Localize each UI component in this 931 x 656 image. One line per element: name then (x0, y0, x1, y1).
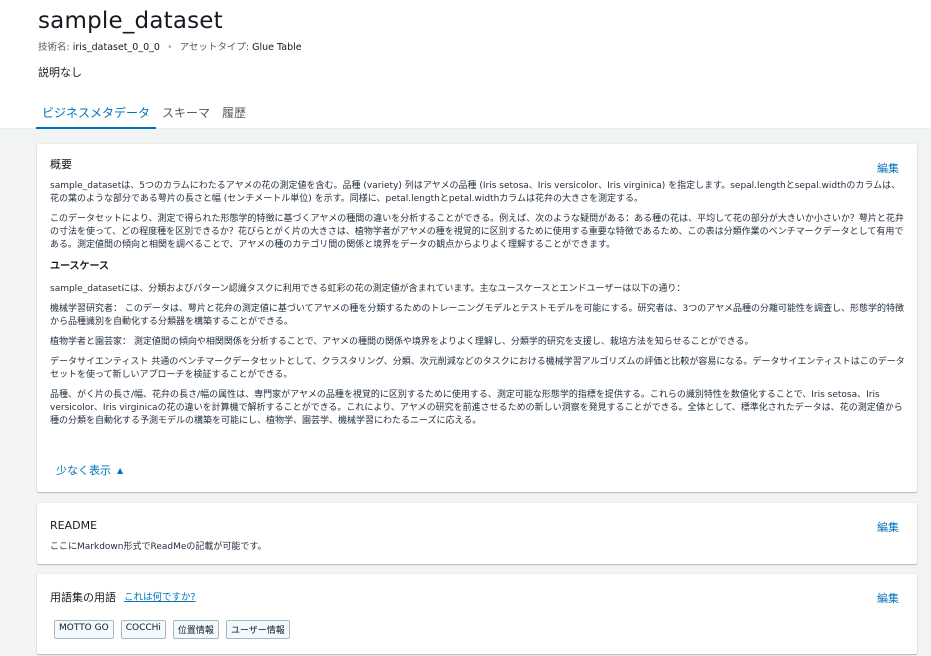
readme-heading: README (50, 519, 98, 532)
overview-paragraph: 品種、がく片の長さ/幅、花弁の長さ/幅の属性は、専門家がアヤメの品種を視覚的に区… (50, 390, 903, 426)
tab-bar: ビジネスメタデータ スキーマ 履歴 (36, 100, 252, 129)
usecase-heading: ユースケース (50, 261, 109, 272)
glossary-term-tag[interactable]: MOTTO GO (54, 620, 114, 639)
overview-paragraph: このデータセットにより、測定で得られた形態学的特徴に基づくアヤメの種間の違いを分… (50, 214, 904, 250)
overview-paragraph: データサイエンティスト 共通のベンチマークデータセットとして、クラスタリング、分… (50, 357, 905, 380)
glossary-term-tag[interactable]: COCCHi (120, 620, 166, 639)
readme-edit-link[interactable]: 編集 (877, 519, 899, 535)
asset-type-value: Glue Table (252, 42, 302, 53)
tab-business-metadata[interactable]: ビジネスメタデータ (36, 100, 157, 129)
asset-description: 説明なし (38, 66, 82, 79)
glossary-terms: MOTTO GO COCCHi 位置情報 ユーザー情報 (54, 620, 290, 639)
overview-paragraph: sample_datasetは、5つのカラムにわたるアヤメの花の測定値を含む。品… (50, 181, 901, 204)
glossary-edit-link[interactable]: 編集 (877, 590, 899, 606)
readme-card: README 編集 ここにMarkdown形式でReadMeの記載が可能です。 (37, 503, 917, 564)
tech-name-value: iris_dataset_0_0_0 (72, 42, 160, 53)
asset-title: sample_dataset (38, 8, 223, 34)
overview-content: sample_datasetは、5つのカラムにわたるアヤメの花の測定値を含む。品… (50, 180, 908, 435)
caret-up-icon: ▲ (117, 466, 124, 475)
asset-header: sample_dataset 技術名: iris_dataset_0_0_0 •… (0, 0, 931, 129)
overview-paragraph: 植物学者と園芸家： 測定値間の傾向や相関関係を分析することで、アヤメの種間の関係… (50, 337, 754, 347)
overview-heading: 概要 (50, 158, 72, 171)
tech-name-label: 技術名: (38, 42, 70, 53)
show-less-label: 少なく表示 (56, 464, 111, 477)
tab-history[interactable]: 履歴 (216, 100, 252, 129)
glossary-term-tag[interactable]: 位置情報 (172, 620, 219, 639)
readme-text: ここにMarkdown形式でReadMeの記載が可能です。 (50, 542, 267, 552)
glossary-term-tag[interactable]: ユーザー情報 (225, 620, 290, 639)
asset-meta: 技術名: iris_dataset_0_0_0 • アセットタイプ: Glue … (38, 39, 302, 53)
tab-schema[interactable]: スキーマ (156, 100, 216, 129)
show-less-button[interactable]: 少なく表示 ▲ (56, 462, 123, 478)
asset-type-label: アセットタイプ: (179, 42, 250, 53)
overview-card: 概要 編集 sample_datasetは、5つのカラムにわたるアヤメの花の測定… (37, 144, 917, 492)
meta-separator-dot: • (166, 42, 173, 53)
what-is-this-link[interactable]: これは何ですか? (124, 589, 196, 603)
glossary-card: 用語集の用語 これは何ですか? 編集 MOTTO GO COCCHi 位置情報 … (37, 574, 917, 654)
overview-paragraph: 機械学習研究者： このデータは、萼片と花弁の測定値に基づいてアヤメの種を分類する… (50, 304, 905, 327)
glossary-heading: 用語集の用語 (50, 591, 116, 604)
overview-edit-link[interactable]: 編集 (877, 160, 899, 176)
overview-paragraph: sample_datasetには、分類およびパターン認識タスクに利用できる虹彩の… (50, 284, 686, 294)
